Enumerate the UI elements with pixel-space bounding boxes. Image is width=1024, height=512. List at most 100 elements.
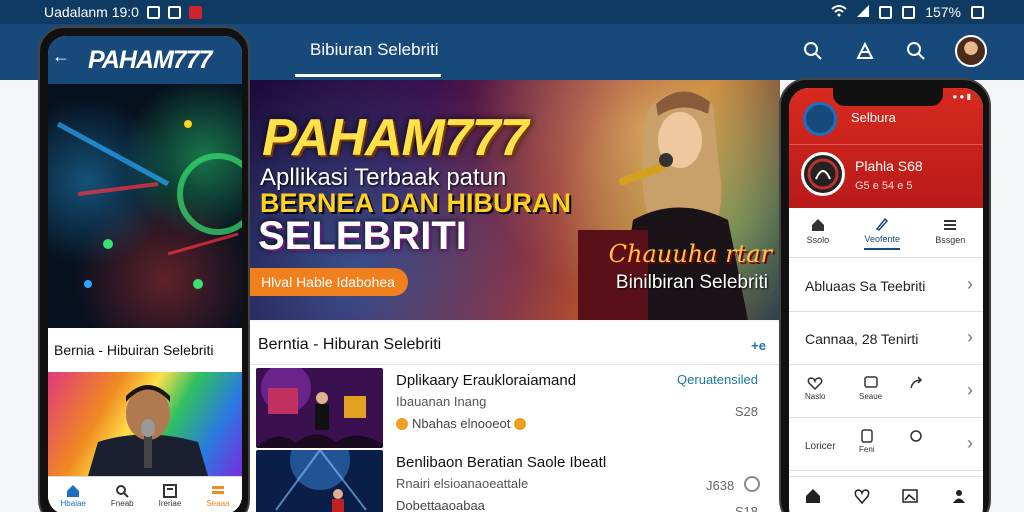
tab-settings-label: Bssgen xyxy=(935,235,966,245)
banner-script-caption: Chauuha rtar xyxy=(608,240,772,268)
menu-row[interactable]: Abluaas Sa Teebriti › xyxy=(789,260,983,312)
notification-icon xyxy=(146,5,160,19)
divider xyxy=(248,364,780,365)
article-count: S18 xyxy=(734,504,758,512)
reaction-icon xyxy=(396,417,408,430)
search-icon-2[interactable] xyxy=(903,38,929,64)
tab-favorites[interactable]: Veofente xyxy=(864,217,900,250)
shortcut-like-label: Naslo xyxy=(805,392,826,401)
article-meta-text: Nbahas elnooeot xyxy=(412,416,511,431)
pen-icon[interactable] xyxy=(852,38,878,64)
app-logo: PAHAM777 xyxy=(88,46,213,74)
article-subtitle: Ibauanan Inang xyxy=(396,394,487,409)
menu-row-label: Abluaas Sa Teebriti xyxy=(805,278,926,294)
hero-banner[interactable]: PAHAM777 Apllikasi Terbaak patun BERNEA … xyxy=(248,80,780,320)
banner-brand-logo: PAHAM777 xyxy=(262,109,529,167)
shortcut-chat[interactable]: Seaue xyxy=(859,376,882,401)
shortcut-row: Loricer Feni › xyxy=(789,419,983,471)
shortcut-chat-label: Seaue xyxy=(859,392,883,401)
news-feed: Berntia - Hiburan Selebriti +e Dplikaary… xyxy=(248,322,780,512)
right-phone-screen: ● ● ▮ Selbura Plahla S68 G5 e 54 e 5 Sso… xyxy=(789,88,983,512)
gallery-icon[interactable] xyxy=(902,488,918,504)
concert-stage-image xyxy=(48,84,242,328)
reaction-icon-2 xyxy=(514,417,527,430)
chevron-right-icon: › xyxy=(967,433,973,453)
shortcut-row-label: Loricer xyxy=(805,441,836,452)
profile-stats: G5 e 54 e 5 xyxy=(855,180,913,192)
left-phone-mockup: ← PAHAM777 Bernia - Hibuiran Selebriti H… xyxy=(38,26,250,512)
mail-icon xyxy=(188,5,202,19)
article-meta-text: Dobettaaoabaa xyxy=(396,498,485,512)
article-meta: Nbahas elnooeot xyxy=(396,416,527,431)
shortcut-like[interactable]: Naslo xyxy=(805,376,825,401)
article-tag[interactable]: Qeruatensiled xyxy=(677,372,758,387)
right-phone-bottom-nav xyxy=(789,476,983,512)
profile-avatar[interactable] xyxy=(801,152,845,196)
profile-header: Selbura Plahla S68 G5 e 54 e 5 xyxy=(789,88,983,208)
article-thumbnail xyxy=(256,368,383,448)
chevron-right-icon: › xyxy=(967,274,973,294)
nav-search[interactable]: Fneab xyxy=(111,484,134,508)
nav-gallery-label: Ireriae xyxy=(158,498,182,508)
battery-icon xyxy=(971,5,984,19)
sim-icon xyxy=(902,5,916,19)
divider xyxy=(789,144,983,145)
status-time: Uadalanm 19:0 xyxy=(44,4,139,20)
active-tab-indicator xyxy=(295,74,441,77)
home-icon xyxy=(811,219,824,231)
search-icon xyxy=(116,484,129,498)
left-phone-screen: ← PAHAM777 Bernia - Hibuiran Selebriti H… xyxy=(48,36,242,512)
home-icon[interactable] xyxy=(805,488,821,504)
phone-status-icons: ● ● ▮ xyxy=(952,92,971,101)
article-title: Dplikaary Eraukloraiamand xyxy=(396,372,577,389)
page-title: Bibiuran Selebriti xyxy=(310,40,439,59)
search-icon[interactable] xyxy=(800,38,826,64)
nav-more[interactable]: Seaaa xyxy=(206,484,229,508)
nav-search-label: Fneab xyxy=(110,498,134,508)
user-avatar[interactable] xyxy=(955,35,987,67)
nav-home-label: Hbaiae xyxy=(60,498,86,508)
list-item[interactable]: Benlibaon Beratian Saole Ibeatl Rnairi e… xyxy=(256,450,772,512)
calendar-icon xyxy=(879,5,893,19)
tab-favorites-label: Veofente xyxy=(864,234,900,244)
nav-home[interactable]: Hbaiae xyxy=(61,484,86,508)
heart-icon xyxy=(807,377,823,390)
article-subtitle: Rnairi elsioanaoeattale xyxy=(396,476,529,491)
left-phone-bottom-nav: Hbaiae Fneab Ireriae Seaaa xyxy=(48,476,242,512)
nav-gallery[interactable]: Ireriae xyxy=(158,483,182,508)
heart-icon[interactable] xyxy=(854,488,870,504)
shortcut-files[interactable]: Feni xyxy=(859,429,875,454)
app-icon[interactable] xyxy=(803,102,837,136)
chevron-right-icon: › xyxy=(967,327,973,347)
banner-caption: Binilbiran Selebriti xyxy=(615,272,768,293)
status-bar: Uadalanm 19:0 157% xyxy=(0,0,1024,24)
section-title: Berntia - Hiburan Selebriti xyxy=(258,336,442,353)
shortcut-row: Naslo Seaue › xyxy=(789,366,983,418)
tab-home-label: Ssolo xyxy=(806,235,830,245)
shortcut-circle[interactable] xyxy=(909,429,923,443)
signal-icon xyxy=(857,4,870,20)
menu-row-label: Cannaa, 28 Tenirti xyxy=(805,331,919,347)
home-icon xyxy=(67,484,80,497)
menu-icon xyxy=(944,220,957,230)
article-comment-count: J638 xyxy=(706,478,735,493)
chevron-right-icon: › xyxy=(967,380,973,400)
left-phone-header: ← PAHAM777 xyxy=(48,36,242,84)
menu-row[interactable]: Cannaa, 28 Tenirti › xyxy=(789,313,983,365)
tab-settings[interactable]: Bssgen xyxy=(935,218,965,249)
list-item[interactable]: Dplikaary Eraukloraiamand Ibauanan Inang… xyxy=(256,368,772,450)
celebrity-photo xyxy=(48,372,242,476)
file-icon xyxy=(861,429,873,443)
share-icon xyxy=(910,376,923,389)
comment-icon[interactable] xyxy=(744,476,760,492)
profile-icon[interactable] xyxy=(951,488,967,504)
banner-cta-button[interactable]: Hlval Hable Idabohea xyxy=(248,268,408,296)
back-arrow-icon[interactable]: ← xyxy=(52,46,70,67)
share-icon[interactable]: +e xyxy=(751,338,766,353)
article-count: S28 xyxy=(734,404,758,419)
shortcut-share[interactable] xyxy=(909,376,923,390)
wifi-icon xyxy=(831,4,847,20)
profile-name: Plahla S68 xyxy=(855,158,923,174)
tab-home[interactable]: Ssolo xyxy=(806,218,830,249)
left-phone-caption: Bernia - Hibuiran Selebriti xyxy=(54,342,214,358)
